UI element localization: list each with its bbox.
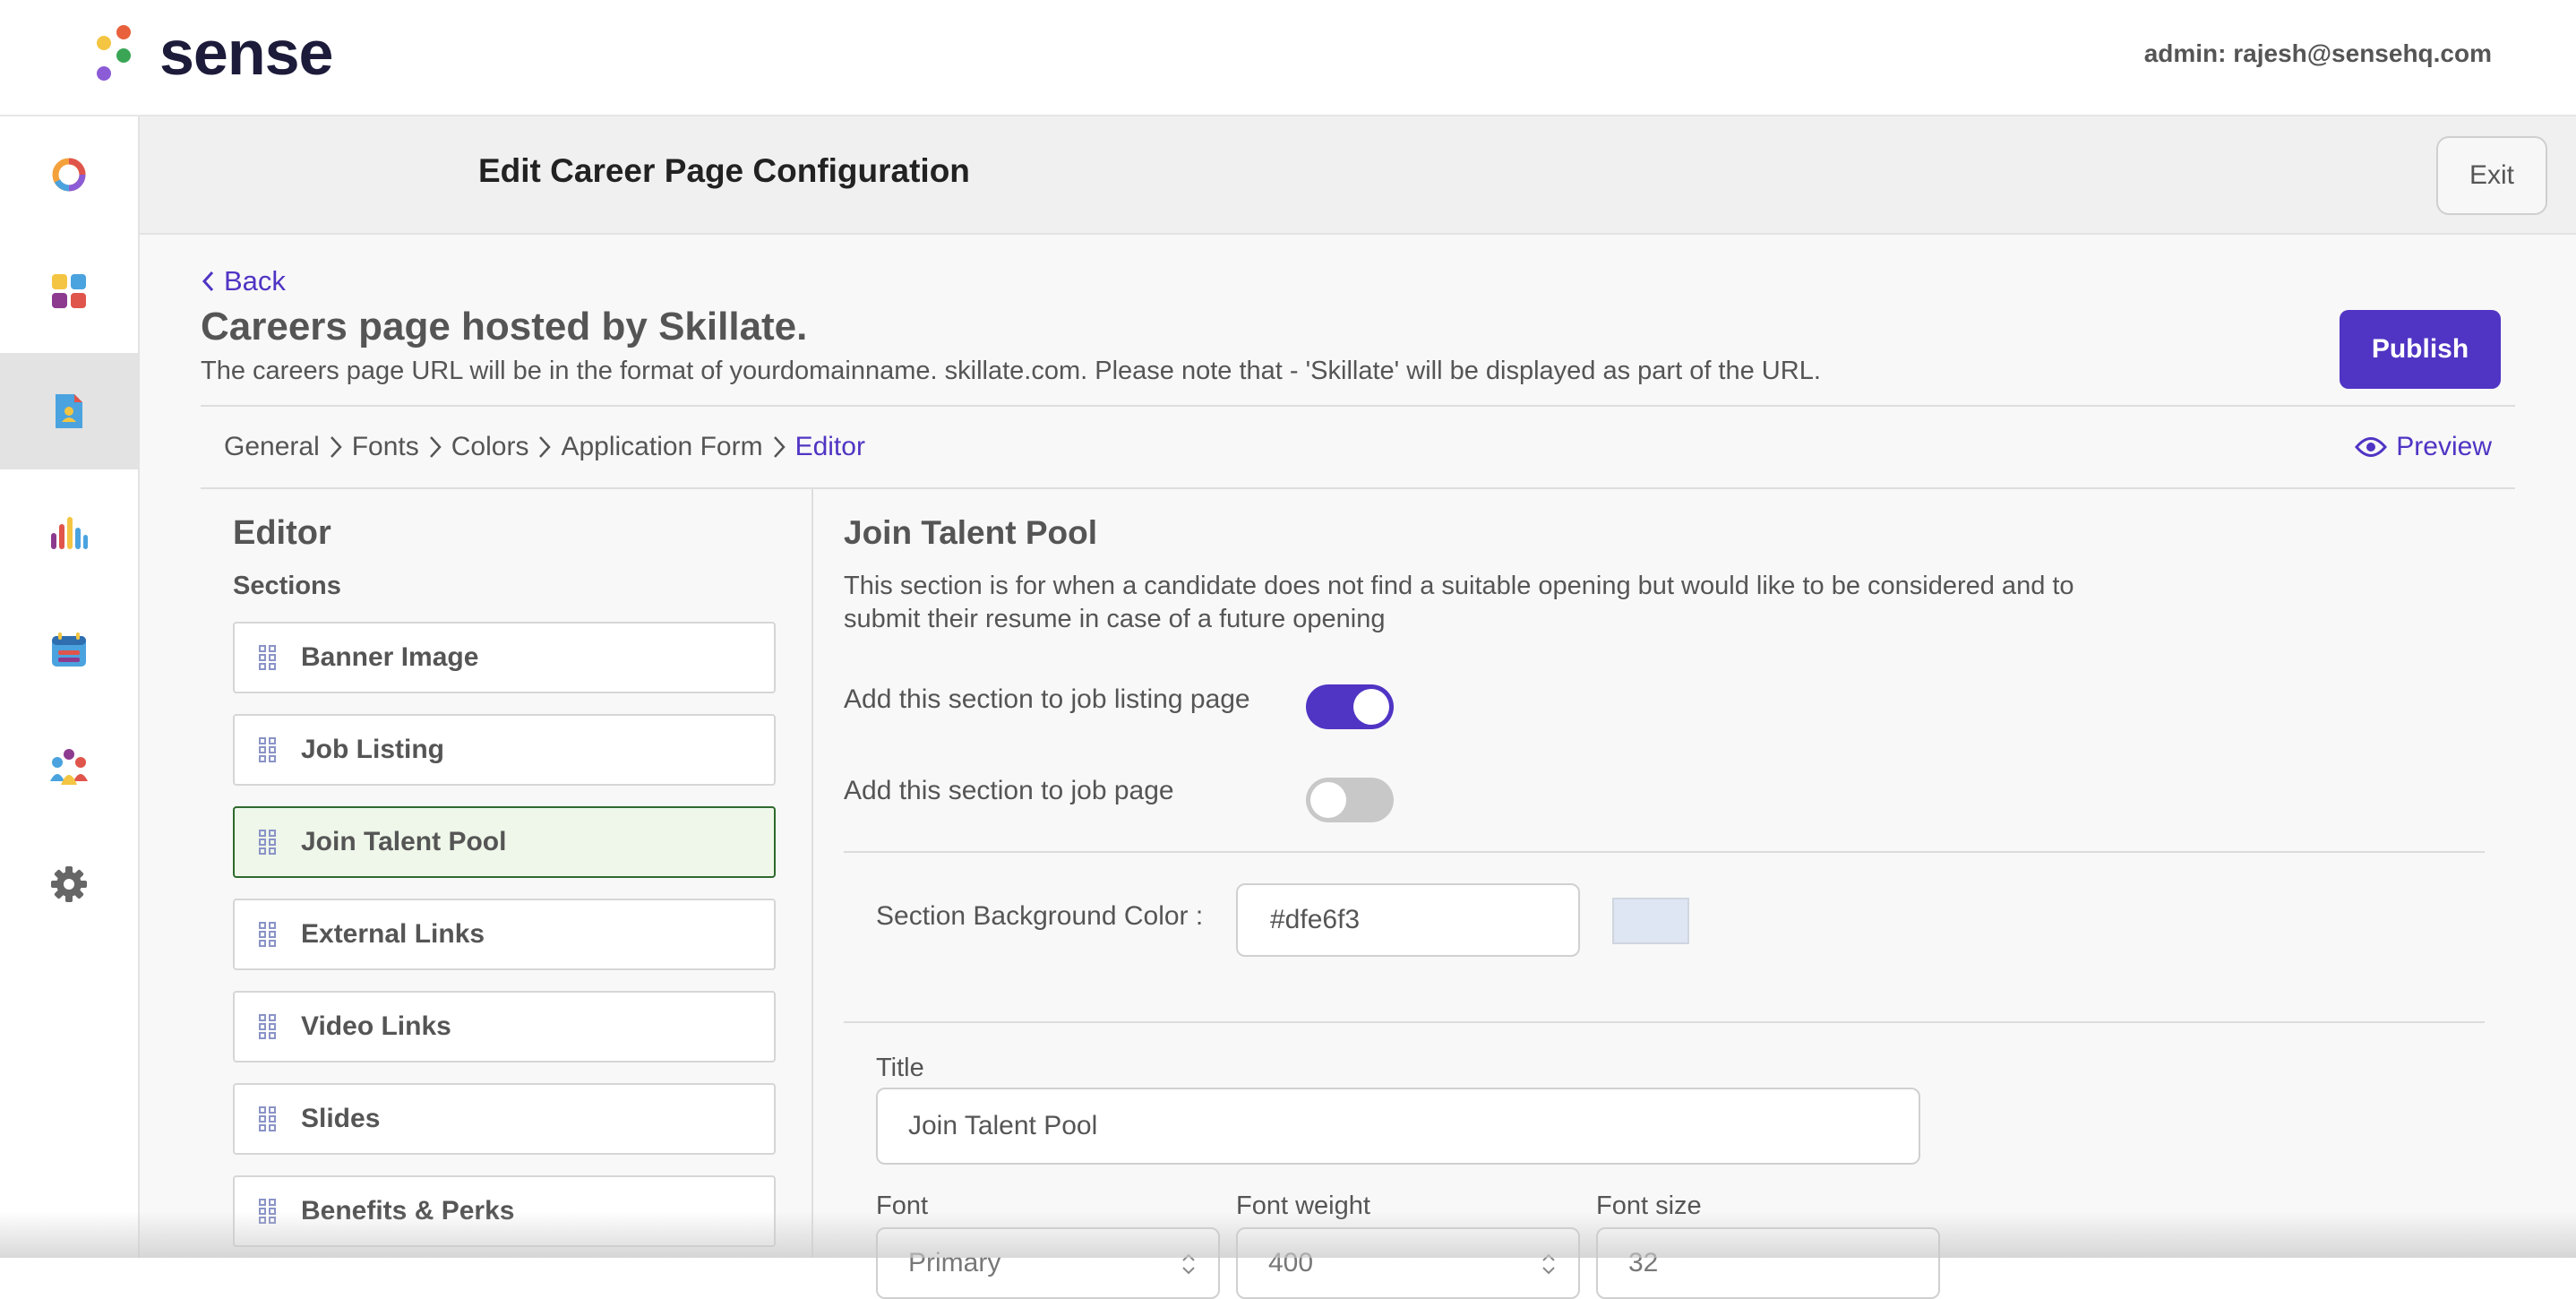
chevron-right-icon	[329, 434, 343, 460]
toggle-knob	[1310, 782, 1346, 818]
bg-color-label: Section Background Color :	[876, 901, 1204, 931]
drag-handle-icon[interactable]	[235, 921, 301, 948]
back-link[interactable]: Back	[201, 265, 286, 297]
page-title: Edit Career Page Configuration	[478, 152, 970, 189]
careers-title: Careers page hosted by Skillate.	[201, 305, 808, 348]
back-label: Back	[224, 265, 286, 297]
team-icon	[50, 749, 88, 785]
nav-career-page[interactable]	[0, 353, 138, 469]
font-weight-value: 400	[1268, 1248, 1314, 1277]
font-size-input[interactable]: 32	[1596, 1227, 1940, 1299]
divider	[844, 851, 2485, 853]
logo-dots-icon	[93, 22, 138, 84]
main-content: Edit Career Page Configuration Exit Back…	[140, 116, 2576, 1299]
crumb-general[interactable]: General	[224, 432, 320, 462]
donut-chart-icon	[52, 158, 86, 192]
section-item[interactable]: Video Links	[233, 991, 776, 1062]
chevron-right-icon	[537, 434, 552, 460]
preview-label: Preview	[2396, 432, 2492, 461]
section-item-label: External Links	[301, 919, 485, 949]
title-input[interactable]: Join Talent Pool	[876, 1088, 1920, 1165]
crumb-application-form[interactable]: Application Form	[561, 432, 762, 462]
font-size-value: 32	[1628, 1248, 1659, 1277]
drag-handle-icon[interactable]	[235, 1013, 301, 1040]
divider	[201, 487, 2515, 489]
bg-color-input[interactable]: #dfe6f3	[1236, 883, 1580, 957]
font-select-value: Primary	[908, 1248, 1001, 1277]
chevron-right-icon	[428, 434, 442, 460]
editor-heading: Editor	[233, 514, 331, 552]
section-item[interactable]: Slides	[233, 1083, 776, 1155]
gear-icon	[51, 866, 87, 902]
top-header: sense admin: rajesh@sensehq.com	[0, 0, 2576, 116]
drag-handle-icon[interactable]	[235, 1105, 301, 1132]
preview-link[interactable]: Preview	[2355, 432, 2492, 462]
exit-button[interactable]: Exit	[2436, 136, 2547, 215]
calendar-icon	[52, 632, 86, 667]
toggle-listing-label: Add this section to job listing page	[844, 684, 1250, 714]
nav-analytics[interactable]	[0, 475, 138, 591]
section-item-label: Benefits & Perks	[301, 1196, 515, 1226]
title-label: Title	[876, 1054, 924, 1082]
section-item[interactable]: Banner Image	[233, 622, 776, 693]
drag-handle-icon[interactable]	[235, 736, 301, 763]
nav-calendar[interactable]	[0, 591, 138, 708]
nav-apps[interactable]	[0, 233, 138, 349]
section-item[interactable]: Benefits & Perks	[233, 1175, 776, 1247]
nav-dashboard[interactable]	[0, 116, 138, 233]
section-item-label: Join Talent Pool	[301, 827, 507, 856]
career-page-icon	[56, 394, 82, 428]
apps-grid-icon	[52, 274, 86, 308]
careers-description: The careers page URL will be in the form…	[201, 357, 1821, 385]
chevron-up-down-icon	[1182, 1253, 1195, 1275]
nav-team[interactable]	[0, 708, 138, 824]
panel-divider	[811, 489, 813, 1258]
section-item[interactable]: Join Talent Pool	[233, 806, 776, 878]
sense-logo[interactable]: sense	[93, 18, 333, 88]
drag-handle-icon[interactable]	[235, 644, 301, 671]
font-weight-label: Font weight	[1236, 1191, 1370, 1220]
bar-chart-icon	[51, 517, 88, 549]
title-bar: Edit Career Page Configuration Exit	[140, 116, 2576, 235]
toggle-job-listing-page[interactable]	[1306, 684, 1394, 729]
publish-button[interactable]: Publish	[2340, 310, 2501, 389]
chevron-up-down-icon	[1542, 1253, 1555, 1275]
chevron-right-icon	[772, 434, 786, 460]
section-item[interactable]: Job Listing	[233, 714, 776, 786]
section-detail-heading: Join Talent Pool	[844, 514, 1097, 551]
drag-handle-icon[interactable]	[235, 1198, 301, 1225]
font-size-label: Font size	[1596, 1191, 1702, 1220]
section-item-label: Banner Image	[301, 642, 479, 672]
divider	[201, 405, 2515, 407]
logo-wordmark: sense	[159, 18, 333, 88]
left-nav-rail	[0, 116, 140, 1258]
section-item[interactable]: External Links	[233, 899, 776, 970]
font-weight-select[interactable]: 400	[1236, 1227, 1580, 1299]
crumb-fonts[interactable]: Fonts	[352, 432, 419, 462]
font-select[interactable]: Primary	[876, 1227, 1220, 1299]
section-detail-description: This section is for when a candidate doe…	[844, 572, 2074, 633]
drag-handle-icon[interactable]	[235, 829, 301, 856]
nav-settings[interactable]	[0, 826, 138, 942]
eye-icon	[2355, 437, 2388, 457]
toggle-job-page[interactable]	[1306, 778, 1394, 822]
section-item-label: Job Listing	[301, 735, 444, 764]
sections-heading: Sections	[233, 572, 341, 600]
section-item-label: Video Links	[301, 1011, 451, 1041]
divider	[844, 1021, 2485, 1023]
admin-account[interactable]: admin: rajesh@sensehq.com	[2144, 39, 2492, 68]
toggle-job-label: Add this section to job page	[844, 776, 1174, 805]
toggle-knob	[1353, 689, 1389, 725]
chevron-left-icon	[202, 271, 214, 292]
crumb-colors[interactable]: Colors	[451, 432, 529, 462]
font-label: Font	[876, 1191, 929, 1220]
section-item-label: Slides	[301, 1104, 381, 1133]
crumb-editor[interactable]: Editor	[795, 432, 865, 462]
color-swatch[interactable]	[1612, 898, 1689, 944]
breadcrumb: General Fonts Colors Application Form Ed…	[224, 432, 865, 462]
